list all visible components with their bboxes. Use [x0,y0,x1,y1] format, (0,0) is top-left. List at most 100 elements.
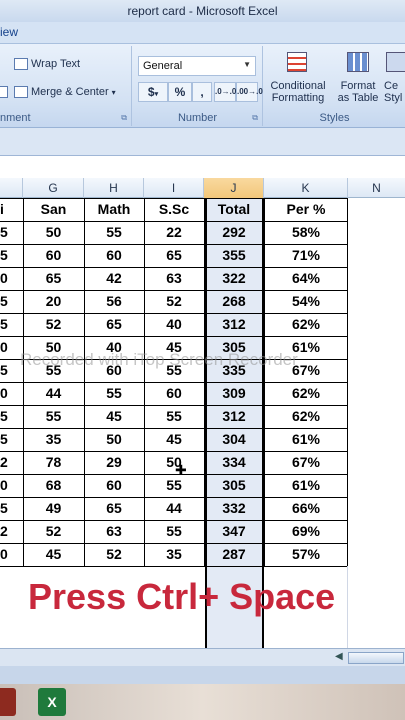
table-cell[interactable]: 334 [204,451,264,474]
format-as-table-button[interactable]: Format as Table [330,48,386,104]
table-cell[interactable]: 304 [204,428,264,451]
table-cell[interactable]: 61% [264,428,348,451]
header-cell[interactable]: Math [84,198,144,221]
table-cell[interactable]: 287 [204,543,264,566]
table-cell[interactable]: 50 [144,451,204,474]
table-cell[interactable]: 5 [0,313,23,336]
wrap-text-button[interactable]: Wrap Text [14,58,80,70]
table-cell[interactable]: 68 [23,474,84,497]
scrollbar-thumb[interactable] [348,652,404,664]
table-cell[interactable]: 45 [144,428,204,451]
scroll-left-icon[interactable]: ◀ [335,651,343,662]
dialog-launcher-icon[interactable]: ⧉ [121,113,127,123]
conditional-formatting-button[interactable]: Conditional Formatting [268,48,328,104]
header-cell[interactable]: Total [204,198,264,221]
column-header-h[interactable]: H [84,178,144,198]
table-cell[interactable]: 44 [23,382,84,405]
table-cell[interactable]: 78 [23,451,84,474]
horizontal-scrollbar[interactable]: ◀ [0,648,405,666]
column-header-partial[interactable] [0,178,23,198]
table-cell[interactable]: 65 [84,497,144,520]
table-cell[interactable]: 355 [204,244,264,267]
table-cell[interactable]: 52 [23,313,84,336]
table-cell[interactable]: 0 [0,474,23,497]
table-cell[interactable]: 42 [84,267,144,290]
table-cell[interactable]: 309 [204,382,264,405]
table-cell[interactable]: 63 [84,520,144,543]
table-cell[interactable]: 49 [23,497,84,520]
table-cell[interactable]: 55 [144,520,204,543]
column-header-i[interactable]: I [144,178,204,198]
table-cell[interactable]: 63 [144,267,204,290]
table-cell[interactable]: 60 [144,382,204,405]
table-cell[interactable]: 50 [23,221,84,244]
cell-styles-button[interactable]: Ce Styl [384,48,405,104]
excel-taskbar-icon[interactable]: X [38,688,66,716]
table-cell[interactable]: 44 [144,497,204,520]
table-cell[interactable]: 5 [0,405,23,428]
table-cell[interactable]: 5 [0,428,23,451]
spreadsheet-grid[interactable]: G H I J K N i San Math S.Sc Total Per % 5 50 55 2… [0,178,405,648]
currency-button[interactable]: $▾ [138,82,168,102]
table-cell[interactable]: 58% [264,221,348,244]
table-cell[interactable]: 65 [23,267,84,290]
table-cell[interactable]: 67% [264,451,348,474]
table-cell[interactable]: 61% [264,474,348,497]
tab-view[interactable]: iew [0,25,18,39]
column-header-n[interactable]: N [348,178,405,198]
number-format-dropdown[interactable]: General ▼ [138,56,256,76]
comma-button[interactable]: , [192,82,212,102]
increase-decimal-button[interactable]: .0→.00 [214,82,241,102]
header-cell[interactable]: i [0,198,23,221]
table-cell[interactable]: 55 [84,382,144,405]
table-cell[interactable]: 69% [264,520,348,543]
table-cell[interactable]: 55 [23,405,84,428]
table-cell[interactable]: 55 [84,221,144,244]
formula-bar[interactable] [0,128,405,156]
column-header-j[interactable]: J [204,178,264,198]
table-cell[interactable]: 312 [204,313,264,336]
table-cell[interactable]: 305 [204,474,264,497]
table-cell[interactable]: 5 [0,290,23,313]
table-cell[interactable]: 347 [204,520,264,543]
table-cell[interactable]: 64% [264,267,348,290]
header-cell[interactable]: Per % [264,198,348,221]
table-cell[interactable]: 52 [84,543,144,566]
table-cell[interactable]: 54% [264,290,348,313]
merge-center-button[interactable]: Merge & Center ▾ [14,86,116,98]
table-cell[interactable]: 56 [84,290,144,313]
table-cell[interactable]: 60 [84,474,144,497]
table-cell[interactable]: 62% [264,405,348,428]
table-cell[interactable]: 45 [84,405,144,428]
table-cell[interactable]: 2 [0,451,23,474]
table-cell[interactable]: 40 [144,313,204,336]
header-cell[interactable]: San [23,198,84,221]
column-header-k[interactable]: K [264,178,348,198]
table-cell[interactable]: 29 [84,451,144,474]
table-cell[interactable]: 55 [144,405,204,428]
table-cell[interactable]: 50 [84,428,144,451]
table-cell[interactable]: 52 [23,520,84,543]
table-cell[interactable]: 60 [23,244,84,267]
header-cell[interactable]: S.Sc [144,198,204,221]
table-cell[interactable]: 55 [144,474,204,497]
decrease-decimal-button[interactable]: .00→.0 [236,82,263,102]
table-cell[interactable]: 5 [0,244,23,267]
percent-button[interactable]: % [168,82,192,102]
table-cell[interactable]: 5 [0,221,23,244]
table-cell[interactable]: 0 [0,267,23,290]
table-cell[interactable]: 45 [23,543,84,566]
table-cell[interactable]: 62% [264,382,348,405]
table-cell[interactable]: 20 [23,290,84,313]
table-cell[interactable]: 60 [84,244,144,267]
column-header-g[interactable]: G [23,178,84,198]
table-cell[interactable]: 52 [144,290,204,313]
align-icon-partial[interactable] [0,86,8,98]
table-cell[interactable]: 66% [264,497,348,520]
table-cell[interactable]: 322 [204,267,264,290]
table-cell[interactable]: 65 [144,244,204,267]
table-cell[interactable]: 332 [204,497,264,520]
table-cell[interactable]: 312 [204,405,264,428]
table-cell[interactable]: 0 [0,543,23,566]
table-cell[interactable]: 71% [264,244,348,267]
